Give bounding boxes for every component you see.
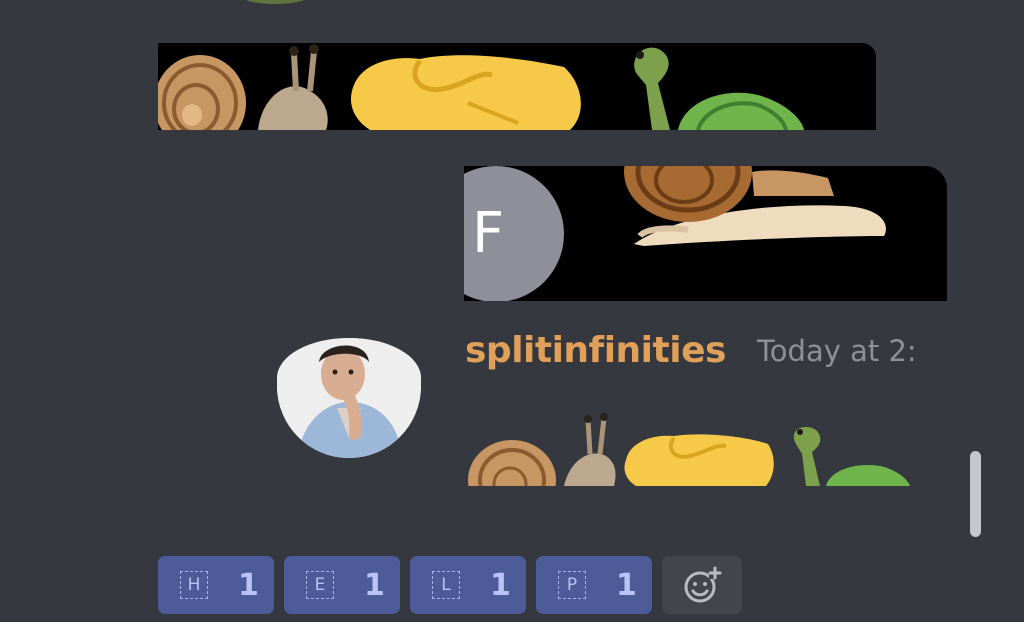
emoji-message-top: [158, 43, 876, 130]
snail-shell-emoji: [468, 440, 556, 486]
reaction-count: 1: [616, 567, 637, 603]
message-timestamp[interactable]: Today at 2:: [757, 334, 917, 368]
turtle-emoji: [793, 426, 910, 486]
emoji-message-main: [466, 412, 910, 486]
reaction-h[interactable]: H 1: [158, 556, 274, 614]
reaction-l[interactable]: L 1: [410, 556, 526, 614]
handshake-emoji: [351, 55, 581, 130]
reaction-emoji: L: [432, 571, 460, 599]
reaction-p[interactable]: P 1: [536, 556, 652, 614]
reaction-count: 1: [238, 567, 259, 603]
chat-view: F splitinfinities Today at 2: H 1 E 1 L …: [0, 0, 1024, 622]
emoji-message-quoted: F: [464, 166, 947, 301]
reaction-count: 1: [490, 567, 511, 603]
handshake-emoji: [624, 434, 774, 486]
snail-emoji: [258, 44, 328, 130]
snail-shell-emoji: [158, 55, 246, 130]
previous-emoji-fragment: [240, 0, 310, 4]
snail-emoji-large: [624, 166, 886, 246]
add-reaction-button[interactable]: [662, 556, 742, 614]
turtle-emoji: [634, 47, 804, 130]
scrollbar-thumb[interactable]: [970, 451, 981, 537]
username[interactable]: splitinfinities: [465, 330, 726, 371]
reaction-e[interactable]: E 1: [284, 556, 400, 614]
user-avatar[interactable]: [277, 338, 421, 458]
add-reaction-icon: [684, 566, 722, 603]
reaction-count: 1: [364, 567, 385, 603]
reaction-emoji: P: [558, 571, 586, 599]
reaction-emoji: E: [306, 571, 334, 599]
reaction-emoji: H: [180, 571, 208, 599]
reactions-bar: H 1 E 1 L 1 P 1: [158, 556, 742, 614]
snail-emoji: [564, 413, 616, 486]
message-header: splitinfinities Today at 2:: [465, 330, 947, 378]
